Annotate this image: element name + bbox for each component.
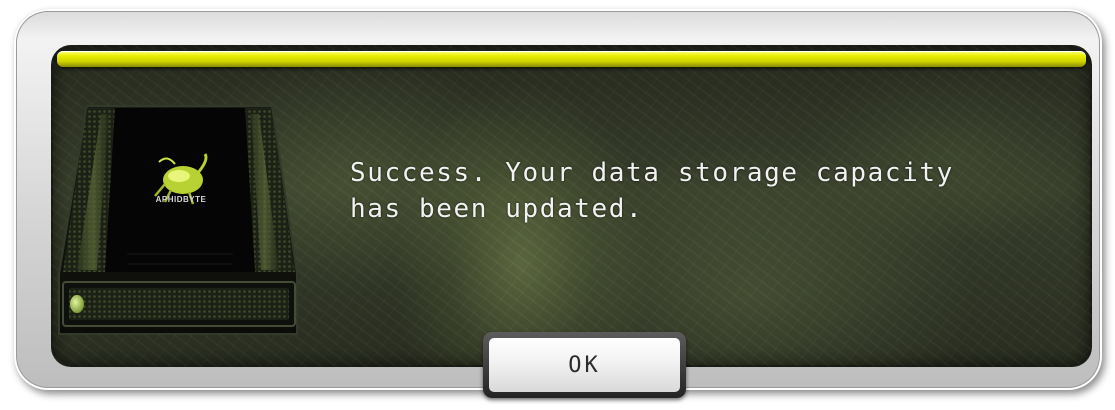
- status-led-icon: [70, 295, 84, 313]
- title-bar[interactable]: [57, 51, 1086, 67]
- ok-button[interactable]: OK: [483, 332, 686, 398]
- hard-drive-icon: APHIDBYTE: [58, 105, 298, 335]
- success-message: Success. Your data storage capacity has …: [350, 158, 954, 224]
- svg-text:APHIDBYTE: APHIDBYTE: [156, 195, 207, 204]
- ok-button-label: OK: [489, 338, 680, 392]
